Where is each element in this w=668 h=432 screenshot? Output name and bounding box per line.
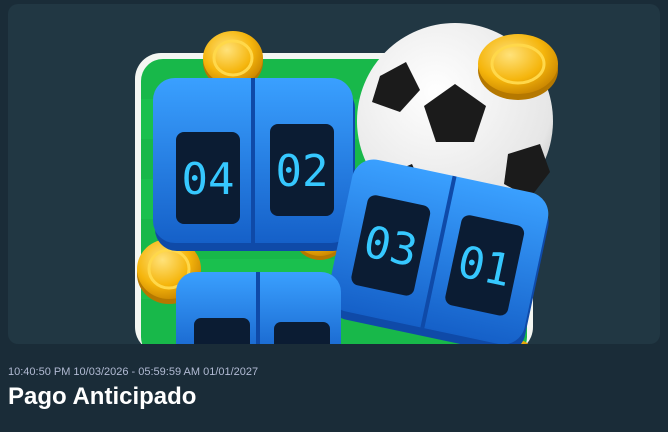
scoreboard-lower-left bbox=[176, 272, 341, 344]
promotion-title[interactable]: Pago Anticipado bbox=[8, 383, 196, 411]
score-digit-top-right: 02 bbox=[276, 146, 329, 197]
football-scoreboard-illustration: 04 02 03 01 bbox=[135, 23, 558, 344]
promotion-banner-image[interactable]: 04 02 03 01 bbox=[8, 4, 660, 344]
gold-coin-top-right bbox=[478, 34, 558, 100]
scoreboard-top: 04 02 bbox=[153, 78, 355, 251]
score-digit-top-left: 04 bbox=[182, 154, 235, 205]
score-digit-bottom-right: 01 bbox=[453, 236, 515, 297]
promotion-date-range: 10:40:50 PM 10/03/2026 - 05:59:59 AM 01/… bbox=[8, 366, 259, 378]
score-digit-bottom-left: 03 bbox=[359, 216, 421, 277]
promotion-card[interactable]: 04 02 03 01 10:40:50 PM 10/03/2026 - 05:… bbox=[0, 0, 668, 432]
